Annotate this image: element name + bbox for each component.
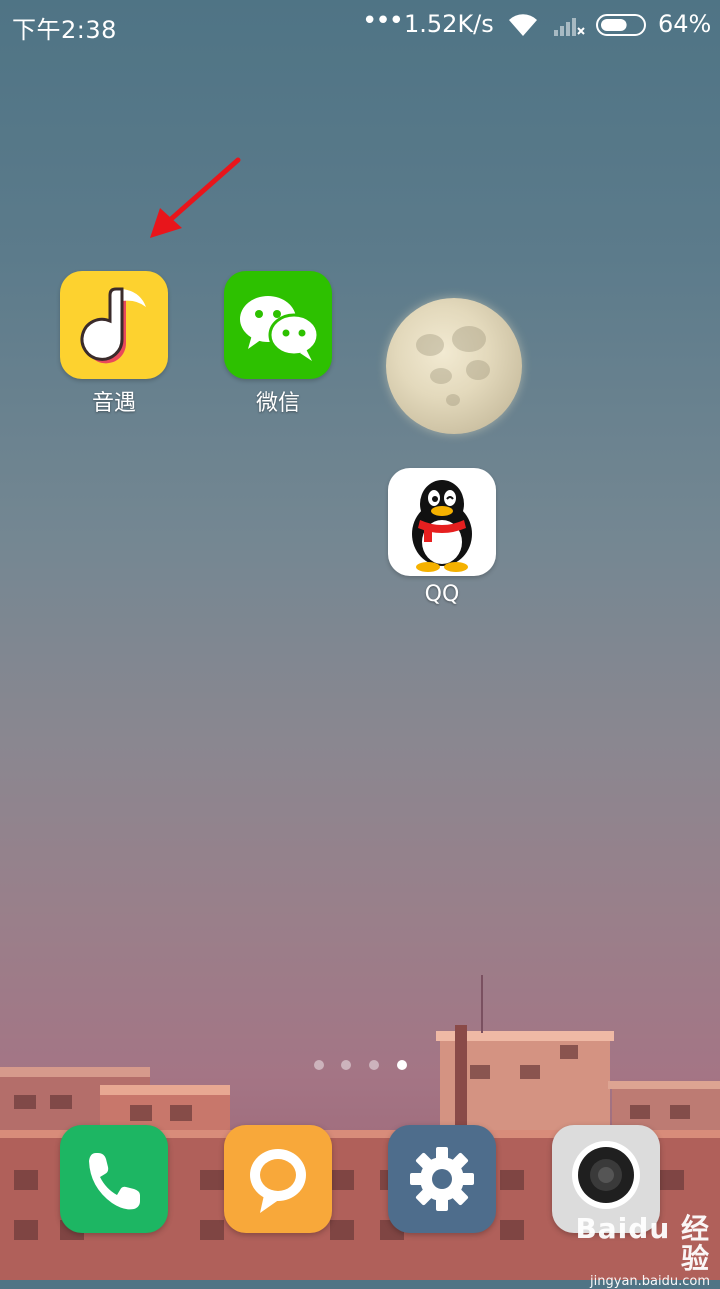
moon-widget[interactable] xyxy=(386,298,522,434)
annotation-arrow xyxy=(150,157,241,238)
music-note-icon[interactable] xyxy=(60,271,168,379)
app-qq[interactable]: QQ xyxy=(387,468,497,607)
status-time: 下午2:38 xyxy=(12,16,117,44)
qq-penguin-icon[interactable] xyxy=(388,468,496,576)
watermark-title: Baidu 经验 xyxy=(575,1212,710,1275)
watermark-url: jingyan.baidu.com xyxy=(590,1274,710,1289)
app-label-wechat: 微信 xyxy=(255,391,300,416)
app-wechat[interactable]: 微信 xyxy=(223,271,333,417)
page-dot-4[interactable] xyxy=(397,1060,407,1070)
app-yinyu[interactable]: 音遇 xyxy=(59,271,169,417)
battery-percent: 64% xyxy=(658,10,712,38)
battery-icon xyxy=(596,14,646,36)
signal-icon xyxy=(554,18,585,36)
network-speed: 1.52K/s xyxy=(404,10,494,38)
message-bubble-icon[interactable] xyxy=(224,1125,332,1233)
phone-icon[interactable] xyxy=(60,1125,168,1233)
gear-icon[interactable] xyxy=(388,1125,496,1233)
page-dot-2[interactable] xyxy=(341,1060,351,1070)
page-indicator[interactable] xyxy=(310,1060,410,1076)
page-dot-3[interactable] xyxy=(369,1060,379,1070)
notification-dots: ••• xyxy=(362,6,404,36)
app-label-qq: QQ xyxy=(424,582,460,607)
app-label-yinyu: 音遇 xyxy=(91,391,136,416)
page-dot-1[interactable] xyxy=(314,1060,324,1070)
wechat-icon[interactable] xyxy=(224,271,332,379)
wifi-icon xyxy=(509,14,537,36)
status-bar: 下午2:38 ••• 1.52K/s 64% xyxy=(0,0,720,52)
baidu-watermark: Baidu 经验 jingyan.baidu.com xyxy=(554,1214,710,1289)
